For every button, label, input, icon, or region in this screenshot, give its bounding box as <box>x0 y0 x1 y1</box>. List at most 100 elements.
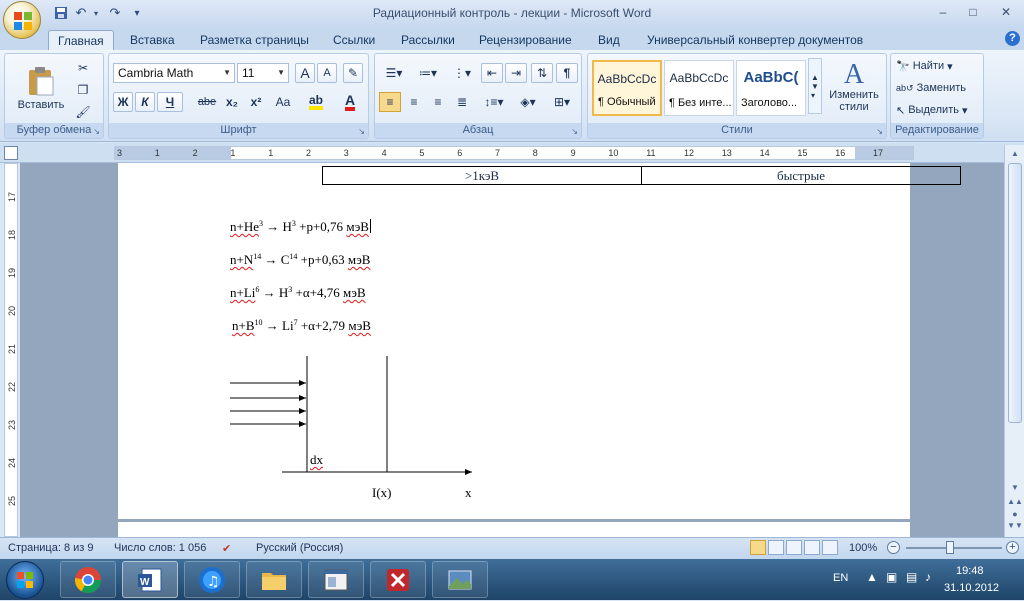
language-indicator[interactable]: Русский (Россия) <box>256 542 343 554</box>
format-painter-icon[interactable]: 🖌 <box>73 102 93 122</box>
draft-view-icon[interactable] <box>822 540 838 555</box>
grow-font-button[interactable]: A <box>295 63 315 83</box>
paragraph-launcher-icon[interactable]: ↘ <box>571 127 578 136</box>
change-styles-button[interactable]: A Изменить стили <box>824 56 884 118</box>
select-button[interactable]: ↖ Выделить ▾ <box>895 100 981 120</box>
clear-formatting-icon[interactable]: ✎ <box>343 63 363 83</box>
ruler-toggle-icon[interactable] <box>4 146 18 160</box>
strikethrough-button[interactable]: abe <box>195 92 219 112</box>
font-name-combo[interactable]: Cambria Math ▼ <box>113 63 235 83</box>
font-color-icon[interactable]: A <box>335 92 365 112</box>
zoom-slider-thumb[interactable] <box>946 541 954 554</box>
document-area[interactable]: >1кэВ быстрые n+He3 → H3 +p+0,76 мэВ n+N… <box>20 163 1004 537</box>
full-screen-reading-icon[interactable] <box>768 540 784 555</box>
table-cell[interactable]: >1кэВ <box>323 167 641 184</box>
styles-scroll-icon[interactable]: ▲ ▼ ▾ <box>808 58 822 114</box>
tray-volume-icon[interactable]: ♪ <box>925 570 931 584</box>
borders-icon[interactable]: ⊞▾ <box>547 92 577 112</box>
outline-view-icon[interactable] <box>804 540 820 555</box>
tray-network-icon[interactable]: ▤ <box>906 570 917 584</box>
clock-date[interactable]: 31.10.2012 <box>944 582 999 594</box>
superscript-button[interactable]: x² <box>245 92 267 112</box>
styles-launcher-icon[interactable]: ↘ <box>876 127 883 136</box>
change-case-button[interactable]: Aa <box>269 92 297 112</box>
shrink-font-button[interactable]: A <box>317 63 337 83</box>
increase-indent-icon[interactable]: ⇥ <box>505 63 527 83</box>
tab-converter[interactable]: Универсальный конвертер документов <box>645 30 865 50</box>
style-normal[interactable]: AaBbCcDc ¶ Обычный <box>592 60 662 116</box>
tab-view[interactable]: Вид <box>596 30 622 50</box>
equation-line[interactable]: n+He3 → H3 +p+0,76 мэВ <box>230 219 371 235</box>
decrease-indent-icon[interactable]: ⇤ <box>481 63 503 83</box>
taskbar-photos[interactable] <box>432 561 488 598</box>
equation-line[interactable]: n+B10 → Li7 +α+2,79 мэВ <box>232 318 371 334</box>
input-language[interactable]: EN <box>833 572 848 584</box>
taskbar-chrome[interactable] <box>60 561 116 598</box>
undo-dropdown-icon[interactable]: ▾ <box>87 5 105 21</box>
cut-icon[interactable]: ✂ <box>73 58 93 78</box>
document-page[interactable]: >1кэВ быстрые n+He3 → H3 +p+0,76 мэВ n+N… <box>118 163 961 537</box>
proofing-icon[interactable]: ✔ <box>222 542 231 555</box>
tab-insert[interactable]: Вставка <box>128 30 177 50</box>
underline-button[interactable]: Ч <box>157 92 183 112</box>
subscript-button[interactable]: x₂ <box>221 92 243 112</box>
help-icon[interactable]: ? <box>1005 31 1020 46</box>
taskbar-itunes[interactable]: ♫ <box>184 561 240 598</box>
taskbar-pdf[interactable] <box>370 561 426 598</box>
font-size-combo[interactable]: 11 ▼ <box>237 63 289 83</box>
align-left-icon[interactable]: ≡ <box>379 92 401 112</box>
replace-button[interactable]: ab↺ Заменить <box>895 78 981 98</box>
zoom-level[interactable]: 100% <box>849 542 877 554</box>
taskbar-app[interactable] <box>308 561 364 598</box>
tab-page-layout[interactable]: Разметка страницы <box>198 30 311 50</box>
table-row[interactable]: >1кэВ быстрые <box>322 166 961 185</box>
tab-review[interactable]: Рецензирование <box>477 30 574 50</box>
align-right-icon[interactable]: ≡ <box>427 92 449 112</box>
highlight-color-icon[interactable]: ab <box>301 92 331 112</box>
office-button[interactable] <box>3 1 41 39</box>
taskbar-explorer[interactable] <box>246 561 302 598</box>
tab-references[interactable]: Ссылки <box>331 30 377 50</box>
tab-mailings[interactable]: Рассылки <box>399 30 457 50</box>
save-icon[interactable] <box>52 5 70 21</box>
equation-line[interactable]: n+N14 → C14 +p+0,63 мэВ <box>230 252 370 268</box>
clipboard-launcher-icon[interactable]: ↘ <box>93 127 100 136</box>
tab-home[interactable]: Главная <box>48 30 114 50</box>
print-layout-icon[interactable] <box>750 540 766 555</box>
italic-button[interactable]: К <box>135 92 155 112</box>
start-button[interactable] <box>6 561 44 599</box>
page-count[interactable]: Страница: 8 из 9 <box>8 542 94 554</box>
zoom-in-icon[interactable]: + <box>1006 541 1019 554</box>
zoom-slider[interactable] <box>906 547 1002 549</box>
multilevel-list-icon[interactable]: ⋮▾ <box>447 63 477 83</box>
taskbar-word[interactable]: W <box>122 561 178 598</box>
shading-icon[interactable]: ◈▾ <box>513 92 543 112</box>
paste-button[interactable]: Вставить <box>11 56 71 120</box>
word-count[interactable]: Число слов: 1 056 <box>114 542 206 554</box>
justify-icon[interactable]: ≣ <box>451 92 473 112</box>
scroll-thumb[interactable] <box>1008 163 1022 423</box>
maximize-button[interactable]: □ <box>962 3 984 21</box>
show-marks-button[interactable]: ¶ <box>556 63 578 83</box>
bold-button[interactable]: Ж <box>113 92 133 112</box>
redo-icon[interactable]: ↷ <box>106 5 124 21</box>
zoom-out-icon[interactable]: − <box>887 541 900 554</box>
scroll-up-icon[interactable]: ▲ <box>1007 147 1023 161</box>
equation-line[interactable]: n+Li6 → H3 +α+4,76 мэВ <box>230 285 366 301</box>
bullets-icon[interactable]: ☰▾ <box>379 63 409 83</box>
minimize-button[interactable]: – <box>932 3 954 21</box>
align-center-icon[interactable]: ≡ <box>403 92 425 112</box>
tray-device-icon[interactable]: ▣ <box>886 570 897 584</box>
close-button[interactable]: ✕ <box>995 3 1017 21</box>
clock-time[interactable]: 19:48 <box>956 565 984 577</box>
horizontal-ruler[interactable]: 3 1 2 1 1 2 3 4 5 6 7 8 9 10 11 12 13 14 15 16 17 <box>114 146 914 160</box>
web-layout-icon[interactable] <box>786 540 802 555</box>
copy-icon[interactable]: ❐ <box>73 80 93 100</box>
sort-icon[interactable]: ⇅ <box>531 63 553 83</box>
scroll-down-icon[interactable]: ▼ <box>1007 481 1023 495</box>
next-page-icon[interactable]: ▼▼ <box>1007 519 1023 533</box>
tray-show-hidden-icon[interactable]: ▲ <box>866 570 878 584</box>
style-heading[interactable]: AaBbC( Заголово... <box>736 60 806 116</box>
style-no-spacing[interactable]: AaBbCcDc ¶ Без инте... <box>664 60 734 116</box>
line-spacing-icon[interactable]: ↕≡▾ <box>479 92 509 112</box>
